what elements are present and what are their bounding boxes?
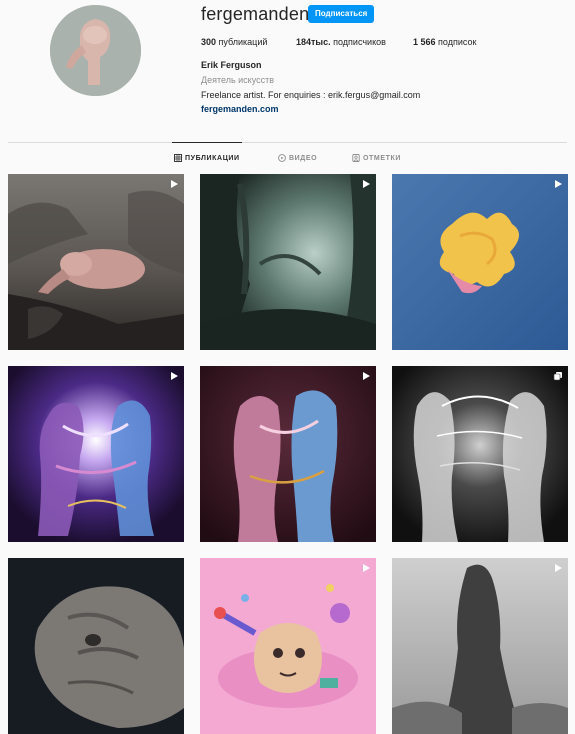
followers-count: 184тыс. (296, 37, 331, 47)
avatar[interactable] (50, 5, 141, 96)
video-badge-icon (361, 563, 371, 573)
avatar-image (50, 5, 141, 96)
bio-text: Freelance artist. For enquiries : erik.f… (201, 90, 421, 100)
following-label: подписок (435, 37, 477, 47)
post-image (200, 174, 376, 350)
video-badge-icon (169, 179, 179, 189)
tab-posts[interactable]: ПУБЛИКАЦИИ (174, 154, 240, 162)
full-name: Erik Ferguson (201, 60, 262, 70)
video-badge-icon (553, 563, 563, 573)
bio-link[interactable]: fergemanden.com (201, 104, 279, 114)
post-image (8, 366, 184, 542)
follow-button[interactable]: Подписаться (308, 5, 375, 23)
post-thumbnail[interactable] (200, 558, 376, 734)
username: fergemanden (201, 4, 310, 24)
post-image (392, 366, 568, 542)
grid-icon (174, 154, 182, 162)
stat-followers[interactable]: 184тыс. подписчиков (296, 37, 386, 47)
tab-video[interactable]: ВИДЕО (278, 154, 317, 162)
post-image (392, 558, 568, 734)
video-badge-icon (361, 371, 371, 381)
tab-tagged-label: ОТМЕТКИ (363, 154, 402, 162)
carousel-badge-icon (553, 371, 563, 381)
posts-label: публикаций (216, 37, 268, 47)
profile-category: Деятель искусств (201, 75, 275, 85)
stat-posts: 300 публикаций (201, 37, 267, 47)
post-thumbnail[interactable] (8, 174, 184, 350)
tab-posts-label: ПУБЛИКАЦИИ (185, 154, 240, 162)
post-thumbnail[interactable] (392, 558, 568, 734)
post-thumbnail[interactable] (8, 558, 184, 734)
post-thumbnail[interactable] (200, 366, 376, 542)
post-thumbnail[interactable] (392, 366, 568, 542)
video-badge-icon (169, 371, 179, 381)
tab-video-label: ВИДЕО (289, 154, 318, 162)
post-image (8, 558, 184, 734)
video-icon (278, 154, 286, 162)
post-image (8, 174, 184, 350)
posts-count: 300 (201, 37, 217, 47)
video-badge-icon (553, 179, 563, 189)
stat-following[interactable]: 1 566 подписок (413, 37, 476, 47)
tab-tagged[interactable]: ОТМЕТКИ (352, 154, 401, 162)
post-thumbnail[interactable] (392, 174, 568, 350)
post-image (392, 174, 568, 350)
post-image (200, 558, 376, 734)
post-thumbnail[interactable] (200, 174, 376, 350)
video-badge-icon (361, 179, 371, 189)
post-image (200, 366, 376, 542)
following-count: 1 566 (413, 37, 436, 47)
post-thumbnail[interactable] (8, 366, 184, 542)
tabs-divider (8, 142, 567, 143)
tag-icon (352, 154, 360, 162)
active-tab-indicator (172, 142, 242, 143)
followers-label: подписчиков (330, 37, 386, 47)
